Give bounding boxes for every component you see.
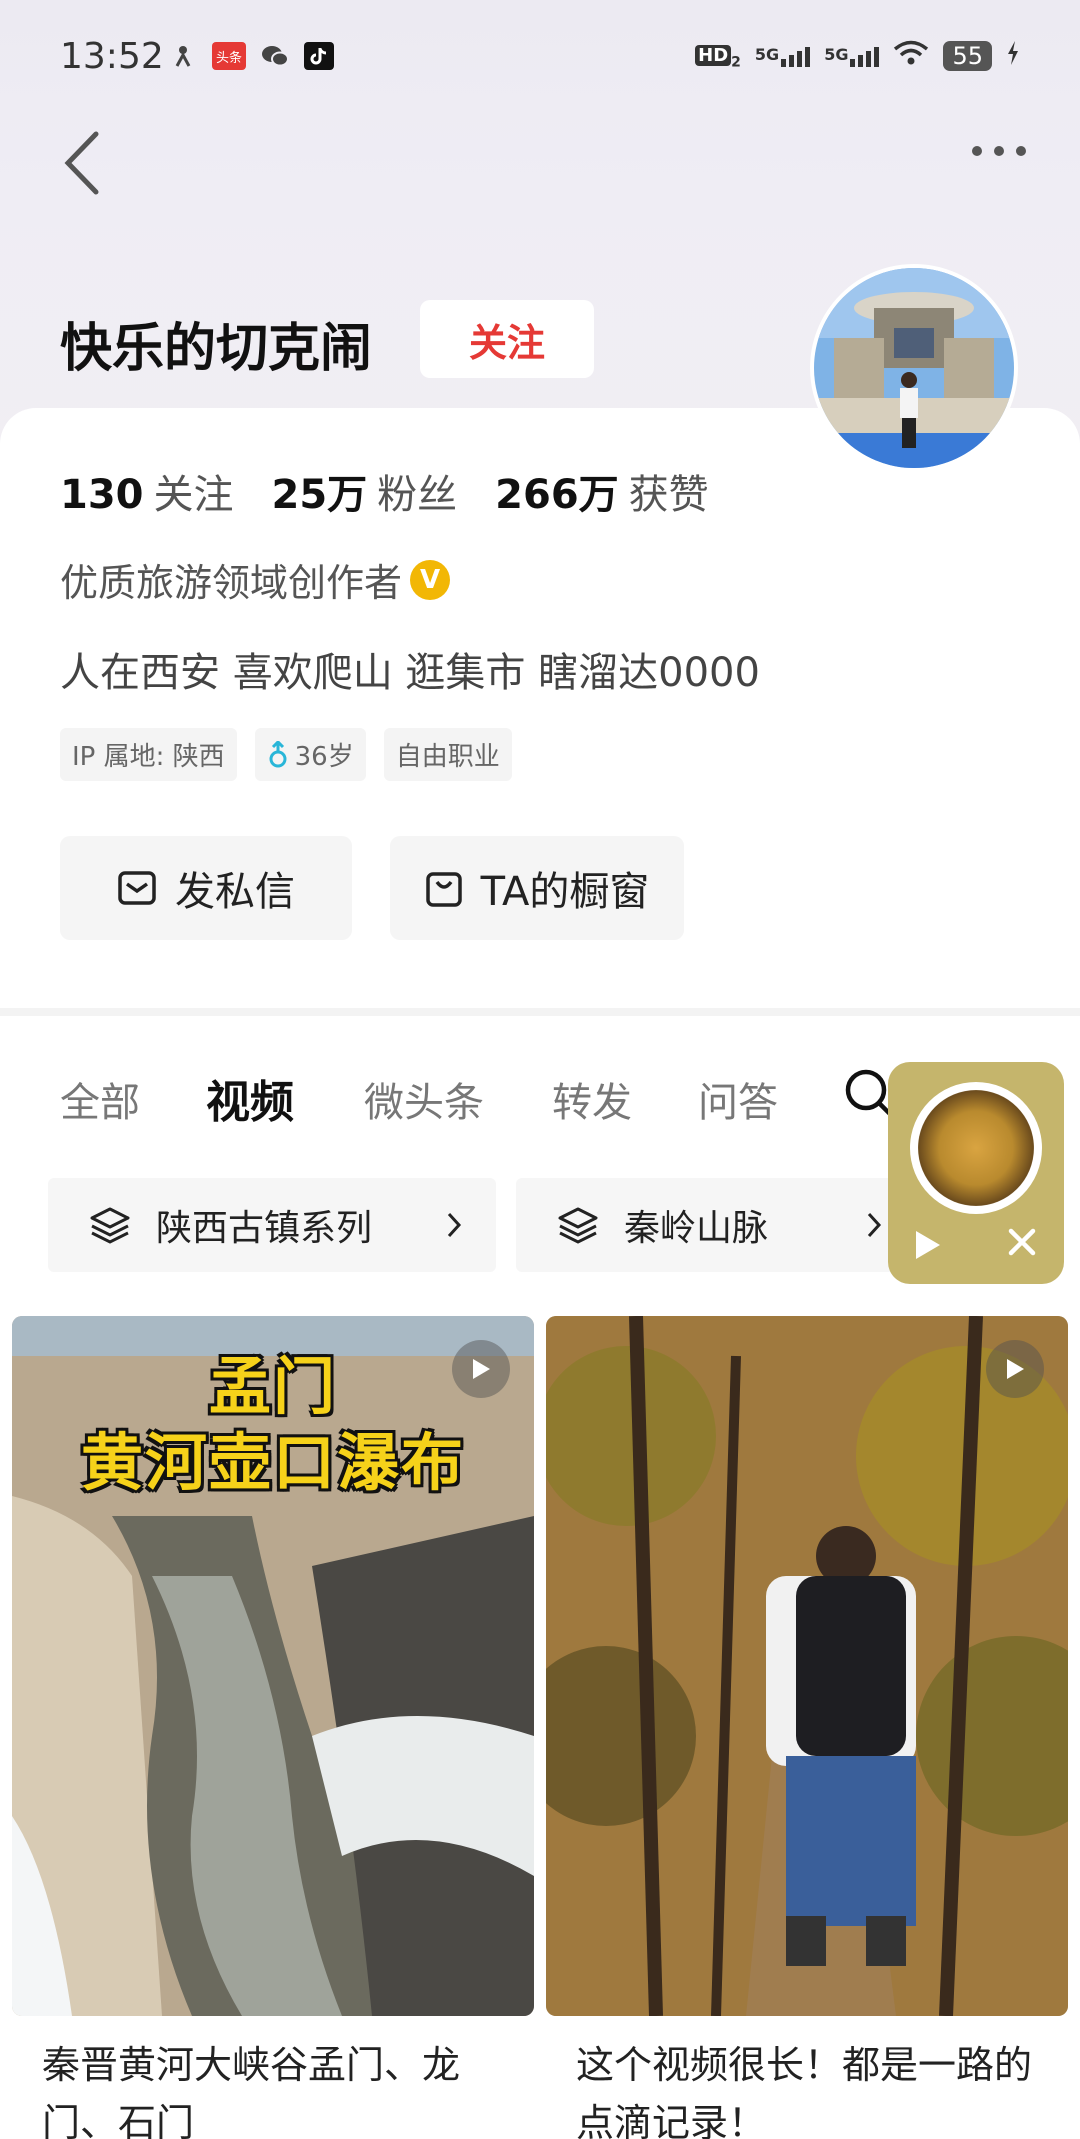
shop-button[interactable]: TA的橱窗 [390,836,684,940]
charging-icon [1006,40,1020,72]
tiktok-icon [304,42,334,70]
envelope-icon [118,871,156,905]
dance-icon [168,42,198,70]
close-button[interactable] [1006,1226,1038,1267]
toutiao-icon-text: 头条 [215,50,242,66]
floating-audio-player[interactable] [888,1062,1064,1284]
video-thumbnail [546,1316,1068,2016]
tab-all[interactable]: 全部 [60,1070,140,1128]
status-time: 13:52 [60,36,164,77]
shopping-bag-icon [425,872,462,907]
chevron-right-icon [867,1212,882,1238]
tab-repost[interactable]: 转发 [552,1070,632,1128]
status-app-icons: 头条 [168,42,334,70]
certification: 优质旅游领域创作者 V [60,552,451,607]
signal-1-icon: 5G [755,45,811,67]
profile-name: 快乐的切克闹 [60,319,373,379]
tab-qa[interactable]: 问答 [698,1070,778,1128]
back-button[interactable] [58,128,108,198]
layers-icon [558,1207,598,1244]
battery-indicator: 55 [943,41,992,71]
play-icon [916,1231,940,1259]
video-overlay-line2: 黄河壶口瀑布 [80,1426,465,1499]
shop-button-label: TA的橱窗 [480,869,650,915]
tag-ip-location: IP 属地: 陕西 [60,728,237,781]
video-card-2[interactable] [546,1316,1068,2016]
profile-tags: IP 属地: 陕西 36岁 自由职业 [60,728,512,781]
message-button-label: 发私信 [175,869,295,915]
chevron-left-icon [64,131,99,195]
collection-label: 陕西古镇系列 [156,1208,373,1249]
hd-indicator: HD 2 [695,42,741,70]
audio-cover-art [918,1090,1034,1206]
video-play-badge [452,1340,510,1398]
toutiao-icon: 头条 [212,42,246,70]
wechat-icon [260,42,290,70]
tab-video[interactable]: 视频 [206,1066,294,1130]
profile-bio: 人在西安 喜欢爬山 逛集市 瞎溜达0000 [60,650,760,696]
collection-label: 秦岭山脉 [624,1208,769,1249]
tab-weitoutiao[interactable]: 微头条 [364,1070,484,1128]
stat-following[interactable]: 130 关注 [60,462,234,520]
collection-qinling[interactable]: 秦岭山脉 [516,1178,916,1272]
signal-2-icon: 5G [824,45,880,67]
stat-followers[interactable]: 25万 粉丝 [272,462,458,520]
profile-stats: 130 关注 25万 粉丝 266万 获赞 [60,462,709,520]
tag-occupation: 自由职业 [383,728,512,781]
stat-likes[interactable]: 266万 获赞 [495,462,709,520]
collection-shaanxi-towns[interactable]: 陕西古镇系列 [48,1178,496,1272]
verified-badge-icon: V [410,559,451,600]
status-indicators: HD 2 5G 5G 55 [695,40,1020,72]
audio-cover-disc[interactable] [910,1082,1042,1214]
video-caption-2[interactable]: 这个视频很长！都是一路的点滴记录！ [546,2016,1068,2139]
video-caption-1[interactable]: 秦晋黄河大峡谷孟门、龙门、石门 [12,2016,534,2139]
video-play-badge [986,1340,1044,1398]
more-options-button[interactable] [972,146,1026,156]
close-icon [1008,1228,1036,1256]
male-icon [269,740,287,767]
message-button[interactable]: 发私信 [60,836,352,940]
follow-button[interactable]: 关注 [420,300,594,378]
certification-text: 优质旅游领域创作者 [60,561,403,605]
wifi-icon [893,40,929,72]
play-icon [1007,1359,1024,1379]
video-card-1[interactable]: 孟门 黄河壶口瀑布 [12,1316,534,2016]
tag-age: 36岁 [254,728,366,781]
play-icon [473,1359,490,1379]
chevron-right-icon [447,1212,462,1238]
play-button[interactable] [910,1228,944,1266]
layers-icon [90,1207,130,1244]
avatar[interactable] [810,264,1018,472]
